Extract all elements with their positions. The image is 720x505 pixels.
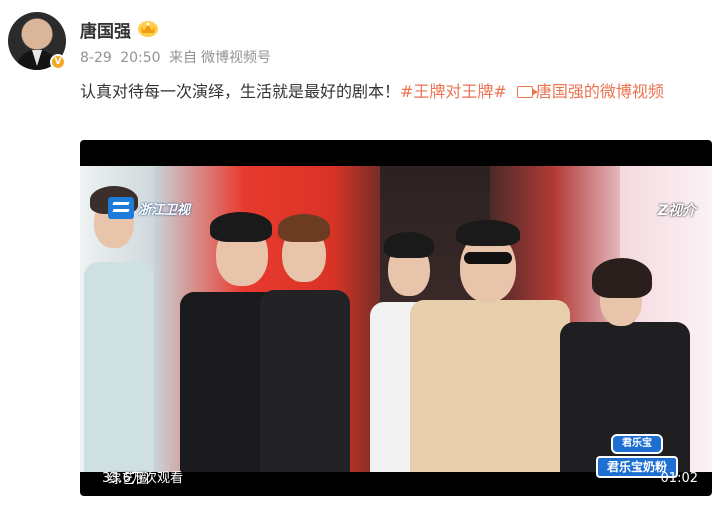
post-date[interactable]: 8-29 (80, 50, 112, 66)
channel-logo: 浙江卫视 (108, 196, 190, 220)
author-name[interactable]: 唐国强 (80, 17, 131, 42)
post-time[interactable]: 20:50 (120, 50, 160, 66)
person-beige-suit (410, 202, 570, 472)
video-link-icon (516, 86, 538, 98)
post-source[interactable]: 微博视频号 (201, 50, 271, 66)
video-duration: 01:02 (660, 471, 698, 486)
post-meta: 8-29 20:50 来自 微博视频号 (80, 47, 275, 67)
post-text: 认真对待每一次演绎，生活就是最好的剧本！#王牌对王牌# 唐国强的微博视频 (80, 78, 664, 102)
person-black-suit (260, 202, 350, 472)
hashtag-link[interactable]: #王牌对王牌# (400, 82, 507, 101)
crown-icon (138, 21, 158, 37)
video-link[interactable]: 唐国强的微博视频 (536, 82, 664, 101)
video-frame: 浙江卫视 Z视介 君乐宝 君乐宝奶粉 综艺圈 (80, 166, 712, 487)
platform-logo: Z视介 (657, 203, 696, 219)
channel-name: 浙江卫视 (138, 202, 191, 218)
post-body-text: 认真对待每一次演绎，生活就是最好的剧本！ (80, 82, 401, 101)
channel-mark-icon (108, 197, 134, 219)
sponsor-brand-top: 君乐宝 (611, 434, 663, 454)
person-right (550, 212, 700, 472)
view-count: 33.6万次观看 (102, 471, 183, 486)
post-source-prefix: 来自 (169, 50, 198, 66)
verified-badge-icon: V (50, 54, 66, 70)
video-player[interactable]: 浙江卫视 Z视介 君乐宝 君乐宝奶粉 综艺圈 33.6万次观看 01:02 (80, 140, 712, 496)
